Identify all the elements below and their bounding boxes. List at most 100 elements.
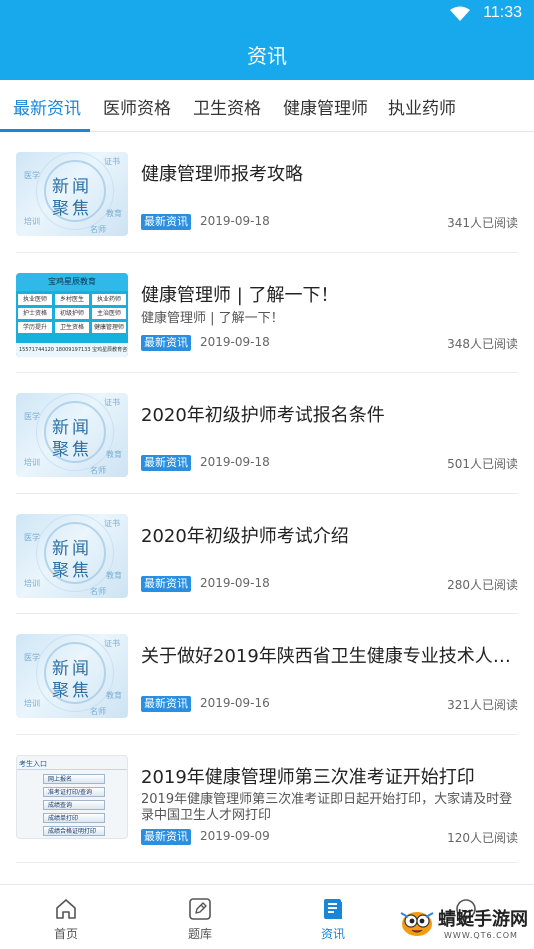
thumb-headline: 聚焦	[52, 681, 92, 701]
news-title: 健康管理师 | 了解一下！	[141, 284, 339, 306]
category-tag: 最新资讯	[141, 828, 191, 845]
news-item[interactable]: 医学 证书 培训 教育 名师 新闻 聚焦 健康管理师报考攻略 最新资讯 2019…	[0, 132, 534, 253]
thumb-word: 名师	[90, 586, 106, 596]
news-item[interactable]: 宝鸡星辰教育 执业医师 乡村医生 执业药师 护士资格 初级护师 主治医师 学历提…	[0, 253, 534, 374]
news-item[interactable]: 考生入口 网上报名 准考证打印/查询 成绩查询 成绩单打印 成绩合格证明打印 2…	[0, 735, 534, 863]
thumb-button: 成绩合格证明打印	[43, 825, 105, 836]
news-date: 2019-09-18	[200, 214, 270, 228]
news-title: 2020年初级护师考试报名条件	[141, 405, 385, 426]
thumb-footer: 15571744120 18009197133 宝鸡星辰教育咨询有限公司	[16, 342, 128, 357]
nav-question-bank[interactable]: 题库	[160, 885, 240, 949]
thumb-button: 网上报名	[43, 773, 105, 784]
news-date: 2019-09-18	[200, 455, 270, 469]
thumb-headline: 聚焦	[52, 199, 92, 219]
news-title: 2020年初级护师考试介绍	[141, 525, 349, 547]
category-tag: 最新资讯	[141, 214, 191, 230]
thumb-cell: 主治医师	[92, 307, 126, 319]
news-thumbnail: 医学 证书 培训 教育 名师 新闻 聚焦	[16, 393, 128, 477]
news-title: 关于做好2019年陕西省卫生健康专业技术人员...	[141, 646, 519, 667]
thumb-cell: 护士资格	[18, 307, 52, 319]
category-tag: 最新资讯	[141, 575, 191, 592]
news-thumbnail: 考生入口 网上报名 准考证打印/查询 成绩查询 成绩单打印 成绩合格证明打印	[16, 754, 128, 839]
news-thumbnail: 医学 证书 培训 教育 名师 新闻 聚焦	[16, 634, 128, 718]
news-thumbnail: 医学 证书 培训 教育 名师 新闻 聚焦	[16, 513, 128, 598]
wifi-icon	[450, 6, 470, 21]
news-title: 健康管理师报考攻略	[141, 164, 303, 185]
tab-latest-news[interactable]: 最新资讯	[13, 94, 81, 119]
nav-label: 资讯	[320, 927, 345, 941]
news-date: 2019-09-18	[200, 334, 270, 349]
thumb-word: 教育	[106, 450, 122, 459]
nav-news[interactable]: 资讯	[293, 885, 373, 949]
thumb-heading: 宝鸡星辰教育	[16, 272, 128, 291]
thumb-word: 医学	[24, 653, 40, 662]
status-bar: 11:33	[0, 0, 534, 28]
news-item[interactable]: 医学 证书 培训 教育 名师 新闻 聚焦 2020年初级护师考试报名条件 最新资…	[0, 373, 534, 494]
page-title: 资讯	[247, 44, 287, 68]
nav-label: 首页	[53, 927, 78, 941]
thumb-word: 培训	[24, 458, 40, 467]
thumb-heading: 考生入口	[19, 759, 47, 768]
watermark: 蜻蜓手游网 WWW.QT6.COM	[398, 901, 528, 945]
thumb-word: 证书	[104, 518, 120, 528]
news-date: 2019-09-16	[200, 696, 270, 710]
thumb-cell: 执业医师	[18, 293, 52, 305]
news-summary: 健康管理师 | 了解一下！	[141, 310, 284, 326]
thumb-word: 医学	[24, 171, 40, 180]
tab-health-qualification[interactable]: 卫生资格	[193, 94, 261, 119]
read-count: 120人已阅读	[447, 830, 518, 845]
news-item[interactable]: 医学 证书 培训 教育 名师 新闻 聚焦 2020年初级护师考试介绍 最新资讯 …	[0, 494, 534, 615]
document-icon	[324, 899, 342, 919]
thumb-word: 名师	[90, 225, 106, 234]
thumb-word: 培训	[24, 699, 40, 708]
read-count: 321人已阅读	[447, 698, 518, 712]
news-thumbnail: 医学 证书 培训 教育 名师 新闻 聚焦	[16, 152, 128, 236]
news-date: 2019-09-09	[200, 828, 270, 843]
tab-licensed-pharmacist[interactable]: 执业药师	[388, 94, 456, 119]
read-count: 348人已阅读	[447, 336, 518, 351]
thumb-cell: 卫生资格	[55, 321, 89, 333]
thumb-word: 培训	[24, 217, 40, 226]
read-count: 341人已阅读	[447, 216, 518, 230]
thumb-word: 医学	[24, 412, 40, 421]
category-tag: 最新资讯	[141, 696, 191, 712]
home-icon	[56, 899, 76, 919]
thumb-cell: 执业药师	[92, 293, 126, 305]
app-header: 11:33 资讯	[0, 0, 534, 80]
thumb-cell: 乡村医生	[55, 293, 89, 305]
thumb-button: 成绩查询	[43, 799, 105, 810]
thumb-word: 证书	[104, 398, 120, 407]
news-summary: 2019年健康管理师第三次准考证即日起开始打印，大家请及时登录中国卫生人才网打印	[141, 791, 513, 823]
watermark-url: WWW.QT6.COM	[444, 931, 518, 940]
tab-physician-qualification[interactable]: 医师资格	[103, 94, 171, 119]
thumb-cell: 健康管理师	[92, 321, 126, 333]
read-count: 280人已阅读	[447, 577, 518, 592]
thumb-word: 教育	[106, 570, 122, 580]
read-count: 501人已阅读	[447, 457, 518, 471]
dragonfly-logo-icon	[400, 912, 434, 936]
thumb-word: 教育	[106, 691, 122, 700]
thumb-headline: 聚焦	[52, 440, 92, 460]
watermark-title: 蜻蜓手游网	[438, 909, 528, 930]
nav-home[interactable]: 首页	[26, 885, 106, 949]
news-title: 2019年健康管理师第三次准考证开始打印	[141, 766, 475, 788]
edit-icon	[189, 898, 211, 920]
news-thumbnail: 宝鸡星辰教育 执业医师 乡村医生 执业药师 护士资格 初级护师 主治医师 学历提…	[16, 272, 128, 357]
news-item[interactable]: 医学 证书 培训 教育 名师 新闻 聚焦 关于做好2019年陕西省卫生健康专业技…	[0, 614, 534, 735]
thumb-headline: 聚焦	[52, 560, 92, 581]
thumb-cell: 学历提升	[18, 321, 52, 333]
tab-health-manager[interactable]: 健康管理师	[283, 94, 368, 119]
status-time: 11:33	[483, 4, 522, 21]
thumb-word: 医学	[24, 532, 40, 542]
thumb-word: 名师	[90, 707, 106, 716]
thumb-button: 成绩单打印	[43, 812, 105, 823]
news-date: 2019-09-18	[200, 575, 270, 590]
news-list: 医学 证书 培训 教育 名师 新闻 聚焦 健康管理师报考攻略 最新资讯 2019…	[0, 132, 534, 863]
thumb-cell: 初级护师	[55, 307, 89, 319]
bottom-nav: 首页 题库 资讯 蜻蜓手游网 WWW.QT6.COM	[0, 884, 534, 949]
nav-label: 题库	[187, 927, 212, 941]
category-tag: 最新资讯	[141, 455, 191, 471]
thumb-word: 培训	[24, 578, 40, 588]
thumb-word: 教育	[106, 209, 122, 218]
thumb-button: 准考证打印/查询	[43, 786, 105, 797]
